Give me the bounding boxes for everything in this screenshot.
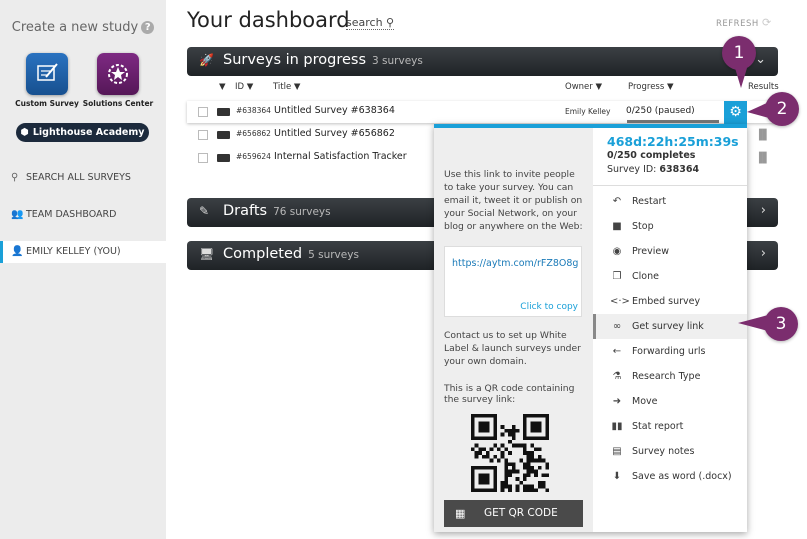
callout-3: 3 xyxy=(764,307,798,341)
help-icon[interactable]: ? xyxy=(141,21,155,34)
results-bar-chart-icon[interactable]: ▐▌ xyxy=(755,130,770,141)
chevron-right-icon[interactable]: › xyxy=(761,203,766,218)
qr-code xyxy=(471,414,549,492)
header-results[interactable]: Results xyxy=(748,82,779,92)
code-icon: <·> xyxy=(610,296,630,307)
menu-stop[interactable]: ■ Stop xyxy=(593,214,747,239)
search-link[interactable]: search ⚲ xyxy=(346,16,395,30)
chevron-right-icon[interactable]: › xyxy=(761,246,766,261)
white-label-text: Contact us to set up White Label & launc… xyxy=(444,330,581,367)
header-title[interactable]: Title ▼ xyxy=(273,82,300,92)
pencil-icon: ✎ xyxy=(199,204,210,218)
arrow-right-icon: ➜ xyxy=(612,396,622,407)
survey-link-panel: Use this link to invite people to take y… xyxy=(434,128,593,532)
survey-type-icon xyxy=(217,131,230,139)
lighthouse-academy-button[interactable]: ⬢ Lighthouse Academy xyxy=(16,123,149,142)
sidebar: Create a new study? Custom Survey Soluti… xyxy=(0,0,166,539)
table-row[interactable]: #638364 Untitled Survey #638364 Emily Ke… xyxy=(187,101,777,123)
callout-3-pointer xyxy=(738,315,768,331)
refresh-icon: ⟳ xyxy=(761,16,772,29)
microscope-icon: ⚗ xyxy=(612,371,622,382)
callout-2: 2 xyxy=(765,92,799,126)
survey-actions-menu: 468d:22h:25m:39s 0/250 completes Survey … xyxy=(593,128,747,532)
row-checkbox[interactable] xyxy=(198,153,208,163)
callout-1-pointer xyxy=(735,68,747,88)
download-icon: ⬇ xyxy=(612,471,622,482)
qr-text: This is a QR code containing the survey … xyxy=(444,383,575,405)
menu-embed-survey[interactable]: <·> Embed survey xyxy=(593,289,747,314)
row-checkbox[interactable] xyxy=(198,107,208,117)
survey-type-icon xyxy=(217,108,230,116)
menu-preview[interactable]: ◉ Preview xyxy=(593,239,747,264)
sort-arrow-icon[interactable]: ▼ xyxy=(219,82,226,92)
page-title: Your dashboard xyxy=(187,8,350,32)
menu-get-survey-link[interactable]: ∞ Get survey link xyxy=(593,314,747,339)
nav-search-all-surveys[interactable]: ⚲ SEARCH ALL SURVEYS xyxy=(0,167,166,189)
divider xyxy=(593,185,747,186)
row-checkbox[interactable] xyxy=(198,130,208,140)
header-progress[interactable]: Progress ▼ xyxy=(628,82,674,92)
survey-settings-gear-button[interactable]: ⚙ xyxy=(724,101,747,124)
pencil-doc-icon xyxy=(37,63,58,81)
invite-text: Use this link to invite people to take y… xyxy=(444,169,583,232)
solutions-center-label[interactable]: Solutions Center xyxy=(78,99,158,108)
section-surveys-in-progress[interactable]: 🚀 Surveys in progress 3 surveys ⌄ xyxy=(187,47,778,76)
get-qr-code-button[interactable]: ▦ GET QR CODE xyxy=(444,500,583,527)
survey-type-icon xyxy=(217,154,230,162)
link-icon: ∞ xyxy=(612,321,622,332)
stop-icon: ■ xyxy=(612,221,622,232)
gear-star-icon xyxy=(108,64,128,84)
menu-research-type[interactable]: ⚗ Research Type xyxy=(593,364,747,389)
completes-count: 0/250 completes xyxy=(607,150,696,161)
progress-bar xyxy=(627,120,719,123)
create-study-title: Create a new study? xyxy=(0,20,166,35)
menu-move[interactable]: ➜ Move xyxy=(593,389,747,414)
clone-icon: ❐ xyxy=(612,271,622,282)
arrow-left-icon: ← xyxy=(612,346,622,357)
bar-chart-icon: ▮▮ xyxy=(611,421,623,432)
menu-save-as-word[interactable]: ⬇ Save as word (.docx) xyxy=(593,464,747,489)
menu-restart[interactable]: ↶ Restart xyxy=(593,189,747,214)
nav-team-dashboard[interactable]: 👥 TEAM DASHBOARD xyxy=(0,204,166,226)
survey-url[interactable]: https://aytm.com/rFZ8O8g xyxy=(452,258,578,269)
header-owner[interactable]: Owner ▼ xyxy=(565,82,602,92)
restart-icon: ↶ xyxy=(612,196,622,207)
custom-survey-tile[interactable] xyxy=(26,53,68,95)
eye-icon: ◉ xyxy=(612,246,622,257)
search-icon: ⚲ xyxy=(11,172,19,183)
chevron-down-icon[interactable]: ⌄ xyxy=(755,52,766,67)
survey-id: Survey ID: 638364 xyxy=(607,164,700,175)
survey-link-box[interactable]: https://aytm.com/rFZ8O8g Click to copy xyxy=(444,246,582,317)
click-to-copy-link[interactable]: Click to copy xyxy=(520,302,578,312)
survey-timer: 468d:22h:25m:39s xyxy=(607,134,739,149)
menu-stat-report[interactable]: ▮▮ Stat report xyxy=(593,414,747,439)
menu-clone[interactable]: ❐ Clone xyxy=(593,264,747,289)
results-bar-chart-icon[interactable]: ▐▌ xyxy=(755,153,770,164)
menu-forwarding-urls[interactable]: ← Forwarding urls xyxy=(593,339,747,364)
survey-actions-popup: Use this link to invite people to take y… xyxy=(434,124,747,532)
search-icon: ⚲ xyxy=(386,16,395,29)
team-icon: 👥 xyxy=(11,209,24,220)
custom-survey-label[interactable]: Custom Survey xyxy=(7,99,87,108)
notes-icon: ▤ xyxy=(612,446,622,457)
user-icon: 👤 xyxy=(11,246,24,257)
nav-emily-kelley[interactable]: 👤 EMILY KELLEY (YOU) xyxy=(0,241,166,263)
header-id[interactable]: ID ▼ xyxy=(235,82,253,92)
solutions-center-tile[interactable] xyxy=(97,53,139,95)
monitor-icon: 🖥 xyxy=(199,247,215,261)
cube-icon: ⬢ xyxy=(20,127,29,138)
rocket-icon: 🚀 xyxy=(199,53,214,67)
qr-icon: ▦ xyxy=(455,507,466,520)
gear-icon: ⚙ xyxy=(729,104,742,120)
menu-survey-notes[interactable]: ▤ Survey notes xyxy=(593,439,747,464)
refresh-button[interactable]: REFRESH ⟳ xyxy=(716,16,772,29)
callout-2-pointer xyxy=(747,102,769,118)
callout-1: 1 xyxy=(722,36,756,70)
